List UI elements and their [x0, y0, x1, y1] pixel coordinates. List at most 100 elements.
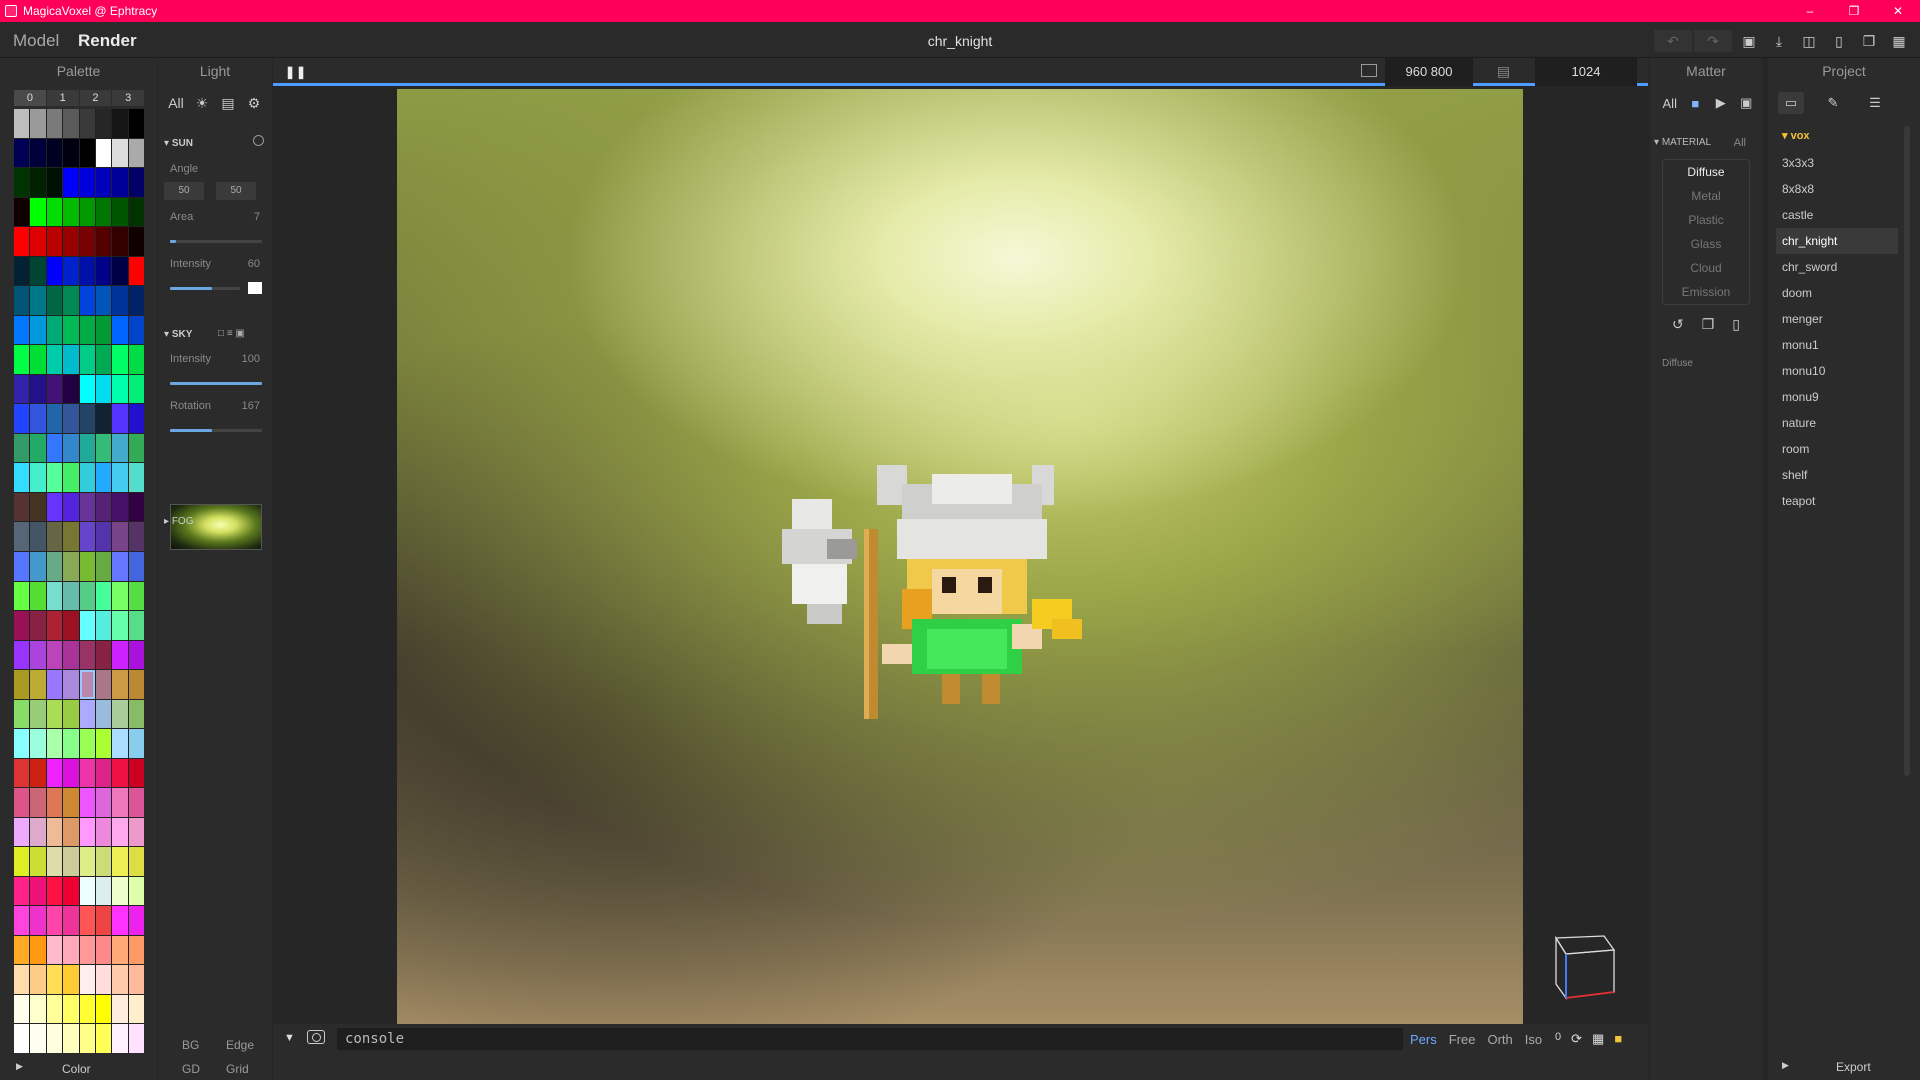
material-cube-icon[interactable]: ■ [1684, 96, 1708, 111]
palette-swatch[interactable] [128, 463, 144, 492]
palette-swatch[interactable] [14, 670, 30, 699]
color-section[interactable]: ▶ Color [0, 1058, 157, 1080]
sky-section-title[interactable]: ▾ SKY [164, 329, 192, 340]
palette-swatch[interactable] [128, 109, 144, 138]
cube-icon[interactable]: ■ [1614, 1031, 1622, 1047]
palette-swatch[interactable] [46, 463, 63, 492]
palette-swatch[interactable] [128, 699, 144, 729]
palette-swatch[interactable] [79, 374, 95, 404]
palette-swatch[interactable] [95, 994, 112, 1024]
sun-icon[interactable]: ☀ [190, 95, 214, 112]
palette-swatch[interactable] [46, 847, 63, 876]
palette-swatch[interactable] [128, 729, 144, 758]
resolution-field[interactable]: 960 800 [1385, 58, 1473, 86]
palette-swatch[interactable] [30, 286, 46, 315]
palette-swatch[interactable] [128, 1024, 144, 1053]
palette-swatch[interactable] [63, 315, 79, 345]
file-item[interactable]: monu10 [1776, 358, 1898, 384]
edge-toggle[interactable]: Edge [226, 1038, 254, 1052]
palette-swatch[interactable] [14, 345, 30, 374]
palette-swatch[interactable] [63, 256, 79, 286]
palette-swatch[interactable] [46, 433, 63, 463]
palette-swatch[interactable] [63, 817, 79, 847]
sky-intensity-slider[interactable] [170, 382, 262, 385]
palette-swatch[interactable] [14, 463, 30, 492]
gear-icon[interactable]: ⚙ [242, 95, 266, 112]
new-file-icon[interactable]: ▯ [1824, 30, 1854, 52]
sun-section-title[interactable]: ▾ SUN [164, 138, 193, 149]
palette-swatch[interactable] [63, 492, 79, 522]
sky-rotation-slider[interactable] [170, 429, 262, 432]
file-item[interactable]: doom [1776, 280, 1898, 306]
palette-swatch[interactable] [95, 729, 112, 758]
palette-swatch[interactable] [112, 994, 128, 1024]
palette-swatch[interactable] [63, 965, 79, 994]
palette-swatch[interactable] [79, 758, 95, 788]
file-item[interactable]: menger [1776, 306, 1898, 332]
palette-swatch[interactable] [79, 315, 95, 345]
palette-swatch[interactable] [95, 256, 112, 286]
palette-swatch[interactable] [79, 935, 95, 965]
palette-swatch[interactable] [95, 197, 112, 227]
minimize-icon[interactable]: – [1788, 0, 1832, 22]
palette-swatch[interactable] [79, 109, 95, 138]
palette-swatch[interactable] [14, 729, 30, 758]
palette-swatch[interactable] [95, 788, 112, 817]
palette-swatch[interactable] [112, 551, 128, 581]
palette-swatch[interactable] [14, 433, 30, 463]
gd-toggle[interactable]: GD [182, 1062, 200, 1076]
palette-swatch[interactable] [46, 168, 63, 197]
palette-swatch[interactable] [79, 256, 95, 286]
layout-icon[interactable]: ▦ [1592, 1031, 1604, 1047]
projection-pers[interactable]: Pers [1410, 1032, 1437, 1047]
palette-swatch[interactable] [30, 640, 46, 670]
open-folder-icon[interactable]: ◫ [1794, 30, 1824, 52]
brush-icon[interactable]: ✎ [1820, 92, 1846, 114]
palette-swatch[interactable] [128, 256, 144, 286]
palette-swatch[interactable] [95, 640, 112, 670]
palette-swatch[interactable] [30, 611, 46, 640]
palette-swatch[interactable] [79, 168, 95, 197]
palette-swatch[interactable] [30, 256, 46, 286]
palette-swatch[interactable] [14, 315, 30, 345]
palette-swatch[interactable] [63, 729, 79, 758]
palette-swatch[interactable] [46, 699, 63, 729]
palette-swatch[interactable] [46, 315, 63, 345]
palette-swatch[interactable] [112, 492, 128, 522]
palette-tab-1[interactable]: 1 [46, 90, 80, 106]
palette-swatch[interactable] [14, 640, 30, 670]
angle-field-1[interactable]: 50 [164, 182, 204, 200]
palette-swatch[interactable] [46, 522, 63, 551]
undo-icon[interactable]: ↶ [1654, 30, 1692, 52]
palette-swatch[interactable] [14, 138, 30, 168]
rotate-icon[interactable]: ⟳ [1571, 1031, 1582, 1047]
palette-swatch[interactable] [112, 197, 128, 227]
palette-swatch[interactable] [30, 463, 46, 492]
palette-swatch[interactable] [112, 758, 128, 788]
palette-swatch[interactable] [46, 197, 63, 227]
palette-swatch[interactable] [112, 463, 128, 492]
palette-swatch[interactable] [95, 404, 112, 433]
expand-arrow-icon[interactable]: ▶ [1782, 1060, 1789, 1071]
palette-swatch[interactable] [30, 581, 46, 611]
material-all-toggle[interactable]: All [1734, 137, 1746, 149]
palette-swatch[interactable] [128, 965, 144, 994]
palette-swatch[interactable] [14, 492, 30, 522]
palette-swatch[interactable] [128, 640, 144, 670]
palette-swatch[interactable] [14, 758, 30, 788]
palette-swatch[interactable] [30, 788, 46, 817]
delete-icon[interactable]: ▦ [1884, 30, 1914, 52]
image-icon[interactable] [1361, 64, 1377, 77]
scrollbar[interactable] [1904, 126, 1910, 776]
file-item[interactable]: room [1776, 436, 1898, 462]
palette-swatch[interactable] [14, 227, 30, 256]
palette-swatch[interactable] [79, 817, 95, 847]
palette-swatch[interactable] [46, 256, 63, 286]
palette-swatch[interactable] [79, 611, 95, 640]
palette-swatch[interactable] [79, 433, 95, 463]
palette-swatch[interactable] [128, 611, 144, 640]
export-section[interactable]: ▶ Export [1768, 1056, 1920, 1080]
palette-swatch[interactable] [30, 670, 46, 699]
file-item[interactable]: 3x3x3 [1776, 150, 1898, 176]
palette-swatch[interactable] [46, 758, 63, 788]
